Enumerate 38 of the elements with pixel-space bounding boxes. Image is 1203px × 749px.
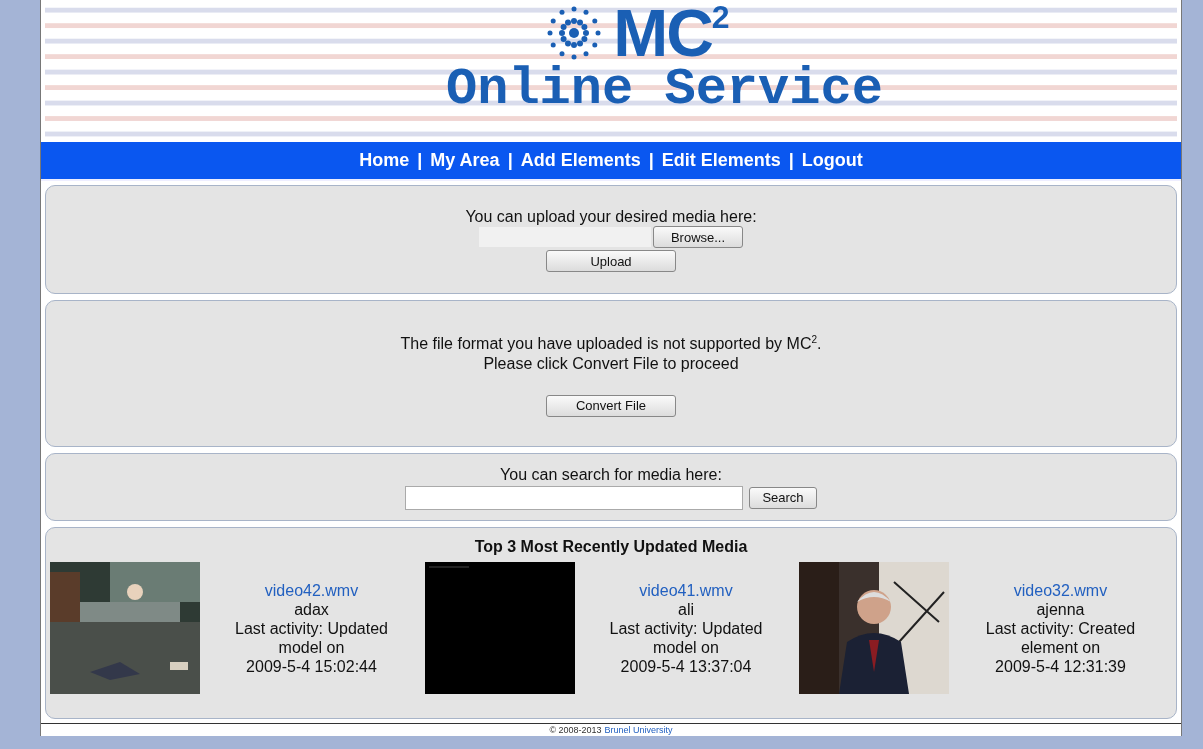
search-prompt: You can search for media here: [500, 464, 722, 484]
activity-date: 2009-5-4 13:37:04 [620, 656, 752, 676]
nav-link[interactable]: Home [359, 150, 410, 172]
nav-link[interactable]: Logout [801, 150, 863, 172]
search-button[interactable]: Search [749, 486, 817, 509]
tagline: Online Service [446, 64, 883, 116]
nav-separator: | [507, 150, 513, 172]
convert-file-button[interactable]: Convert File [546, 394, 676, 417]
nav-link[interactable]: Add Elements [520, 150, 641, 172]
logo-text: MC$^{2}$ [613, 0, 728, 66]
nav-separator: | [648, 150, 654, 172]
activity-text: element on [1020, 637, 1101, 657]
activity-date: 2009-5-4 15:02:44 [246, 656, 377, 676]
instruction-text: Please click Convert File to proceed [483, 353, 739, 373]
activity-date: 2009-5-4 12:31:39 [995, 656, 1126, 676]
section-title: Top 3 Most Recently Updated Media [474, 538, 748, 556]
upload-prompt: You can upload your desired media here: [465, 207, 757, 226]
error-message: The file format you have uploaded is not supported by MC$^{2}$. [400, 333, 822, 354]
activity-text: model on [653, 637, 719, 657]
copyright-text: © 2008-2013 [549, 725, 602, 735]
university-link[interactable]: Brunel University [604, 725, 673, 735]
nav-link[interactable]: My Area [430, 150, 500, 172]
activity-text: Last activity: Updated [235, 618, 388, 638]
upload-button[interactable]: Upload [546, 250, 676, 272]
username: ajenna [1036, 599, 1085, 619]
activity-text: model on [278, 637, 345, 657]
activity-text: Last activity: Created [985, 618, 1136, 638]
search-field[interactable] [405, 485, 743, 510]
username: ali [678, 599, 694, 619]
username: adax [294, 599, 329, 619]
media-link[interactable]: video42.wmv [264, 580, 359, 600]
nav-separator: | [417, 150, 423, 172]
nav-separator: | [788, 150, 794, 172]
nav-link[interactable]: Edit Elements [661, 150, 781, 172]
media-link[interactable]: video41.wmv [639, 580, 733, 600]
browse-button[interactable]: Browse... [653, 226, 743, 248]
activity-text: Last activity: Updated [609, 618, 763, 638]
media-link[interactable]: video32.wmv [1013, 580, 1108, 600]
